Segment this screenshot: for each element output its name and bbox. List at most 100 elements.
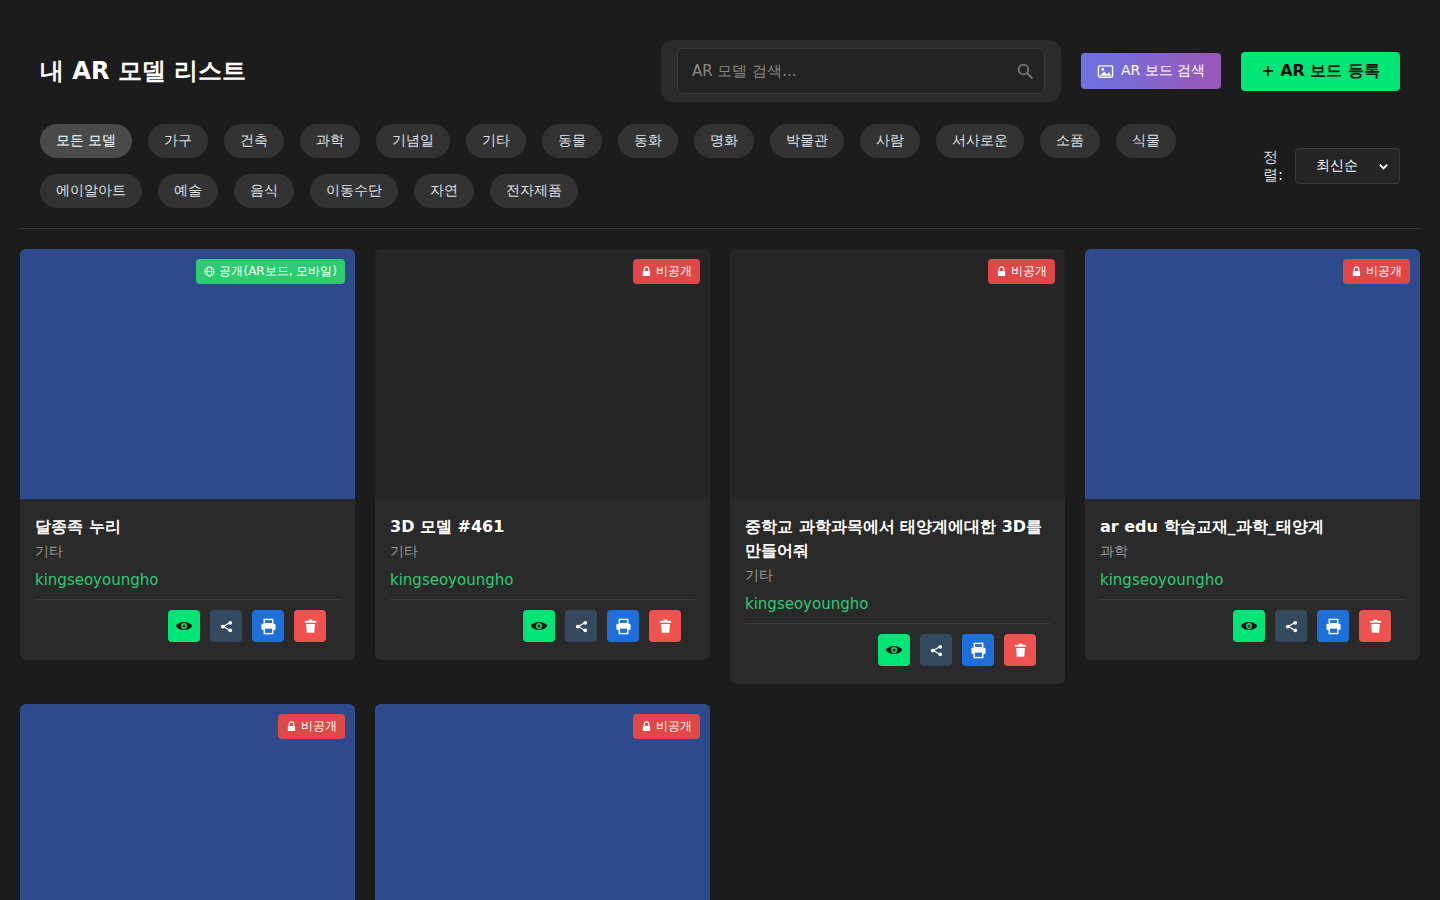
model-category: 기타 bbox=[745, 567, 1050, 585]
category-chip[interactable]: 소품 bbox=[1040, 124, 1100, 158]
model-preview[interactable]: 비공개 bbox=[20, 704, 355, 900]
search-field[interactable] bbox=[677, 48, 1045, 94]
model-author[interactable]: kingseoyoungho bbox=[390, 571, 695, 589]
card-body: ar edu 학습교재_과학_태양계과학kingseoyoungho bbox=[1085, 499, 1420, 660]
search-icon[interactable] bbox=[1016, 62, 1034, 80]
share-button[interactable] bbox=[1275, 610, 1307, 642]
trash-icon bbox=[1368, 619, 1383, 634]
header-button[interactable]: AR 보드 검색 bbox=[1081, 53, 1221, 89]
delete-button[interactable] bbox=[649, 610, 681, 642]
model-preview[interactable]: 공개(AR보드, 모바일) bbox=[20, 249, 355, 499]
lock-icon bbox=[1351, 266, 1362, 277]
model-author[interactable]: kingseoyoungho bbox=[1100, 571, 1405, 589]
visibility-badge: 비공개 bbox=[633, 714, 700, 739]
share-button[interactable] bbox=[565, 610, 597, 642]
visibility-badge: 비공개 bbox=[633, 259, 700, 284]
view-button[interactable] bbox=[168, 610, 200, 642]
card-actions bbox=[745, 634, 1050, 666]
model-card[interactable]: 비공개 bbox=[20, 704, 355, 900]
eye-icon bbox=[175, 617, 193, 635]
search-bar bbox=[661, 40, 1061, 102]
model-card[interactable]: 비공개3D 모델 #461기타kingseoyoungho bbox=[375, 249, 710, 660]
visibility-badge: 비공개 bbox=[1343, 259, 1410, 284]
share-icon bbox=[574, 619, 589, 634]
card-divider bbox=[745, 623, 1050, 624]
visibility-badge: 비공개 bbox=[988, 259, 1055, 284]
sort-select[interactable]: 최신순 bbox=[1295, 148, 1400, 184]
category-chip[interactable]: 예술 bbox=[158, 174, 218, 208]
model-title: 중학교 과학과목에서 태양계에대한 3D를 만들어줘 bbox=[745, 515, 1050, 563]
delete-button[interactable] bbox=[1004, 634, 1036, 666]
view-button[interactable] bbox=[1233, 610, 1265, 642]
category-chip[interactable]: 기타 bbox=[466, 124, 526, 158]
card-divider bbox=[390, 599, 695, 600]
category-chip[interactable]: 사람 bbox=[860, 124, 920, 158]
visibility-badge: 공개(AR보드, 모바일) bbox=[196, 259, 345, 284]
category-chip[interactable]: 음식 bbox=[234, 174, 294, 208]
model-category: 기타 bbox=[35, 543, 340, 561]
category-chip[interactable]: 에이알아트 bbox=[40, 174, 142, 208]
view-button[interactable] bbox=[878, 634, 910, 666]
share-button[interactable] bbox=[920, 634, 952, 666]
card-divider bbox=[1100, 599, 1405, 600]
share-icon bbox=[929, 643, 944, 658]
category-chip[interactable]: 자연 bbox=[414, 174, 474, 208]
sort: 정렬: 최신순 bbox=[1263, 148, 1400, 184]
print-button[interactable] bbox=[607, 610, 639, 642]
search-input[interactable] bbox=[690, 61, 1016, 81]
lock-icon bbox=[641, 266, 652, 277]
model-author[interactable]: kingseoyoungho bbox=[745, 595, 1050, 613]
category-chip[interactable]: 건축 bbox=[224, 124, 284, 158]
model-title: 달종족 누리 bbox=[35, 515, 340, 539]
category-chip[interactable]: 기념일 bbox=[376, 124, 450, 158]
category-chip[interactable]: 서사로운 bbox=[936, 124, 1024, 158]
category-chip[interactable]: 박물관 bbox=[770, 124, 844, 158]
view-button[interactable] bbox=[523, 610, 555, 642]
category-chip[interactable]: 명화 bbox=[694, 124, 754, 158]
divider bbox=[20, 228, 1420, 229]
model-author[interactable]: kingseoyoungho bbox=[35, 571, 340, 589]
category-chip[interactable]: 전자제품 bbox=[490, 174, 578, 208]
delete-button[interactable] bbox=[294, 610, 326, 642]
model-title: ar edu 학습교재_과학_태양계 bbox=[1100, 515, 1405, 539]
print-button[interactable] bbox=[252, 610, 284, 642]
card-actions bbox=[35, 610, 340, 642]
sort-label: 정렬: bbox=[1263, 148, 1283, 184]
model-card[interactable]: 공개(AR보드, 모바일) 달종족 누리기타 kingseoyoungho bbox=[20, 249, 355, 660]
globe-icon bbox=[204, 266, 215, 277]
page-title: 내 AR 모델 리스트 bbox=[40, 55, 246, 87]
model-preview[interactable]: 비공개 bbox=[375, 249, 710, 499]
category-chip[interactable]: 이동수단 bbox=[310, 174, 398, 208]
delete-button[interactable] bbox=[1359, 610, 1391, 642]
card-actions bbox=[1100, 610, 1405, 642]
eye-icon bbox=[885, 641, 903, 659]
filter-bar: 모든 모델 가구 건축 과학 기념일 기타 동물 동화 명화 박물관 사람 서사로운 소품 식물에이알아트… bbox=[20, 124, 1420, 208]
card-body: 3D 모델 #461기타kingseoyoungho bbox=[375, 499, 710, 660]
model-preview[interactable]: 비공개 bbox=[1085, 249, 1420, 499]
category-chip[interactable]: 과학 bbox=[300, 124, 360, 158]
print-button[interactable] bbox=[962, 634, 994, 666]
category-chip[interactable]: 모든 모델 bbox=[40, 124, 132, 158]
model-card[interactable]: 비공개중학교 과학과목에서 태양계에대한 3D를 만들어줘기타 kingseoyo… bbox=[730, 249, 1065, 684]
print-button[interactable] bbox=[1317, 610, 1349, 642]
model-preview[interactable]: 비공개 bbox=[375, 704, 710, 900]
share-button[interactable] bbox=[210, 610, 242, 642]
header-button[interactable]: + AR 보드 등록 bbox=[1241, 52, 1400, 91]
category-chip[interactable]: 동물 bbox=[542, 124, 602, 158]
model-card[interactable]: 비공개 bbox=[375, 704, 710, 900]
share-icon bbox=[1284, 619, 1299, 634]
page: 내 AR 모델 리스트 AR 보드 검색 + AR 보드 등록모든 모델 가구 건축 과학… bbox=[0, 0, 1440, 900]
lock-icon bbox=[286, 721, 297, 732]
category-chip[interactable]: 동화 bbox=[618, 124, 678, 158]
model-card[interactable]: 비공개 ar edu 학습교재_과학_태양계과학kingseoyoungho bbox=[1085, 249, 1420, 660]
category-chip[interactable]: 식물 bbox=[1116, 124, 1176, 158]
model-category: 기타 bbox=[390, 543, 695, 561]
category-chip[interactable]: 가구 bbox=[148, 124, 208, 158]
model-preview[interactable]: 비공개 bbox=[730, 249, 1065, 499]
card-body: 달종족 누리기타 kingseoyoungho bbox=[20, 499, 355, 660]
category-list: 모든 모델 가구 건축 과학 기념일 기타 동물 동화 명화 박물관 사람 서사로운 소품 식물에이알아트… bbox=[40, 124, 1243, 208]
trash-icon bbox=[1013, 643, 1028, 658]
card-actions bbox=[390, 610, 695, 642]
trash-icon bbox=[658, 619, 673, 634]
eye-icon bbox=[530, 617, 548, 635]
